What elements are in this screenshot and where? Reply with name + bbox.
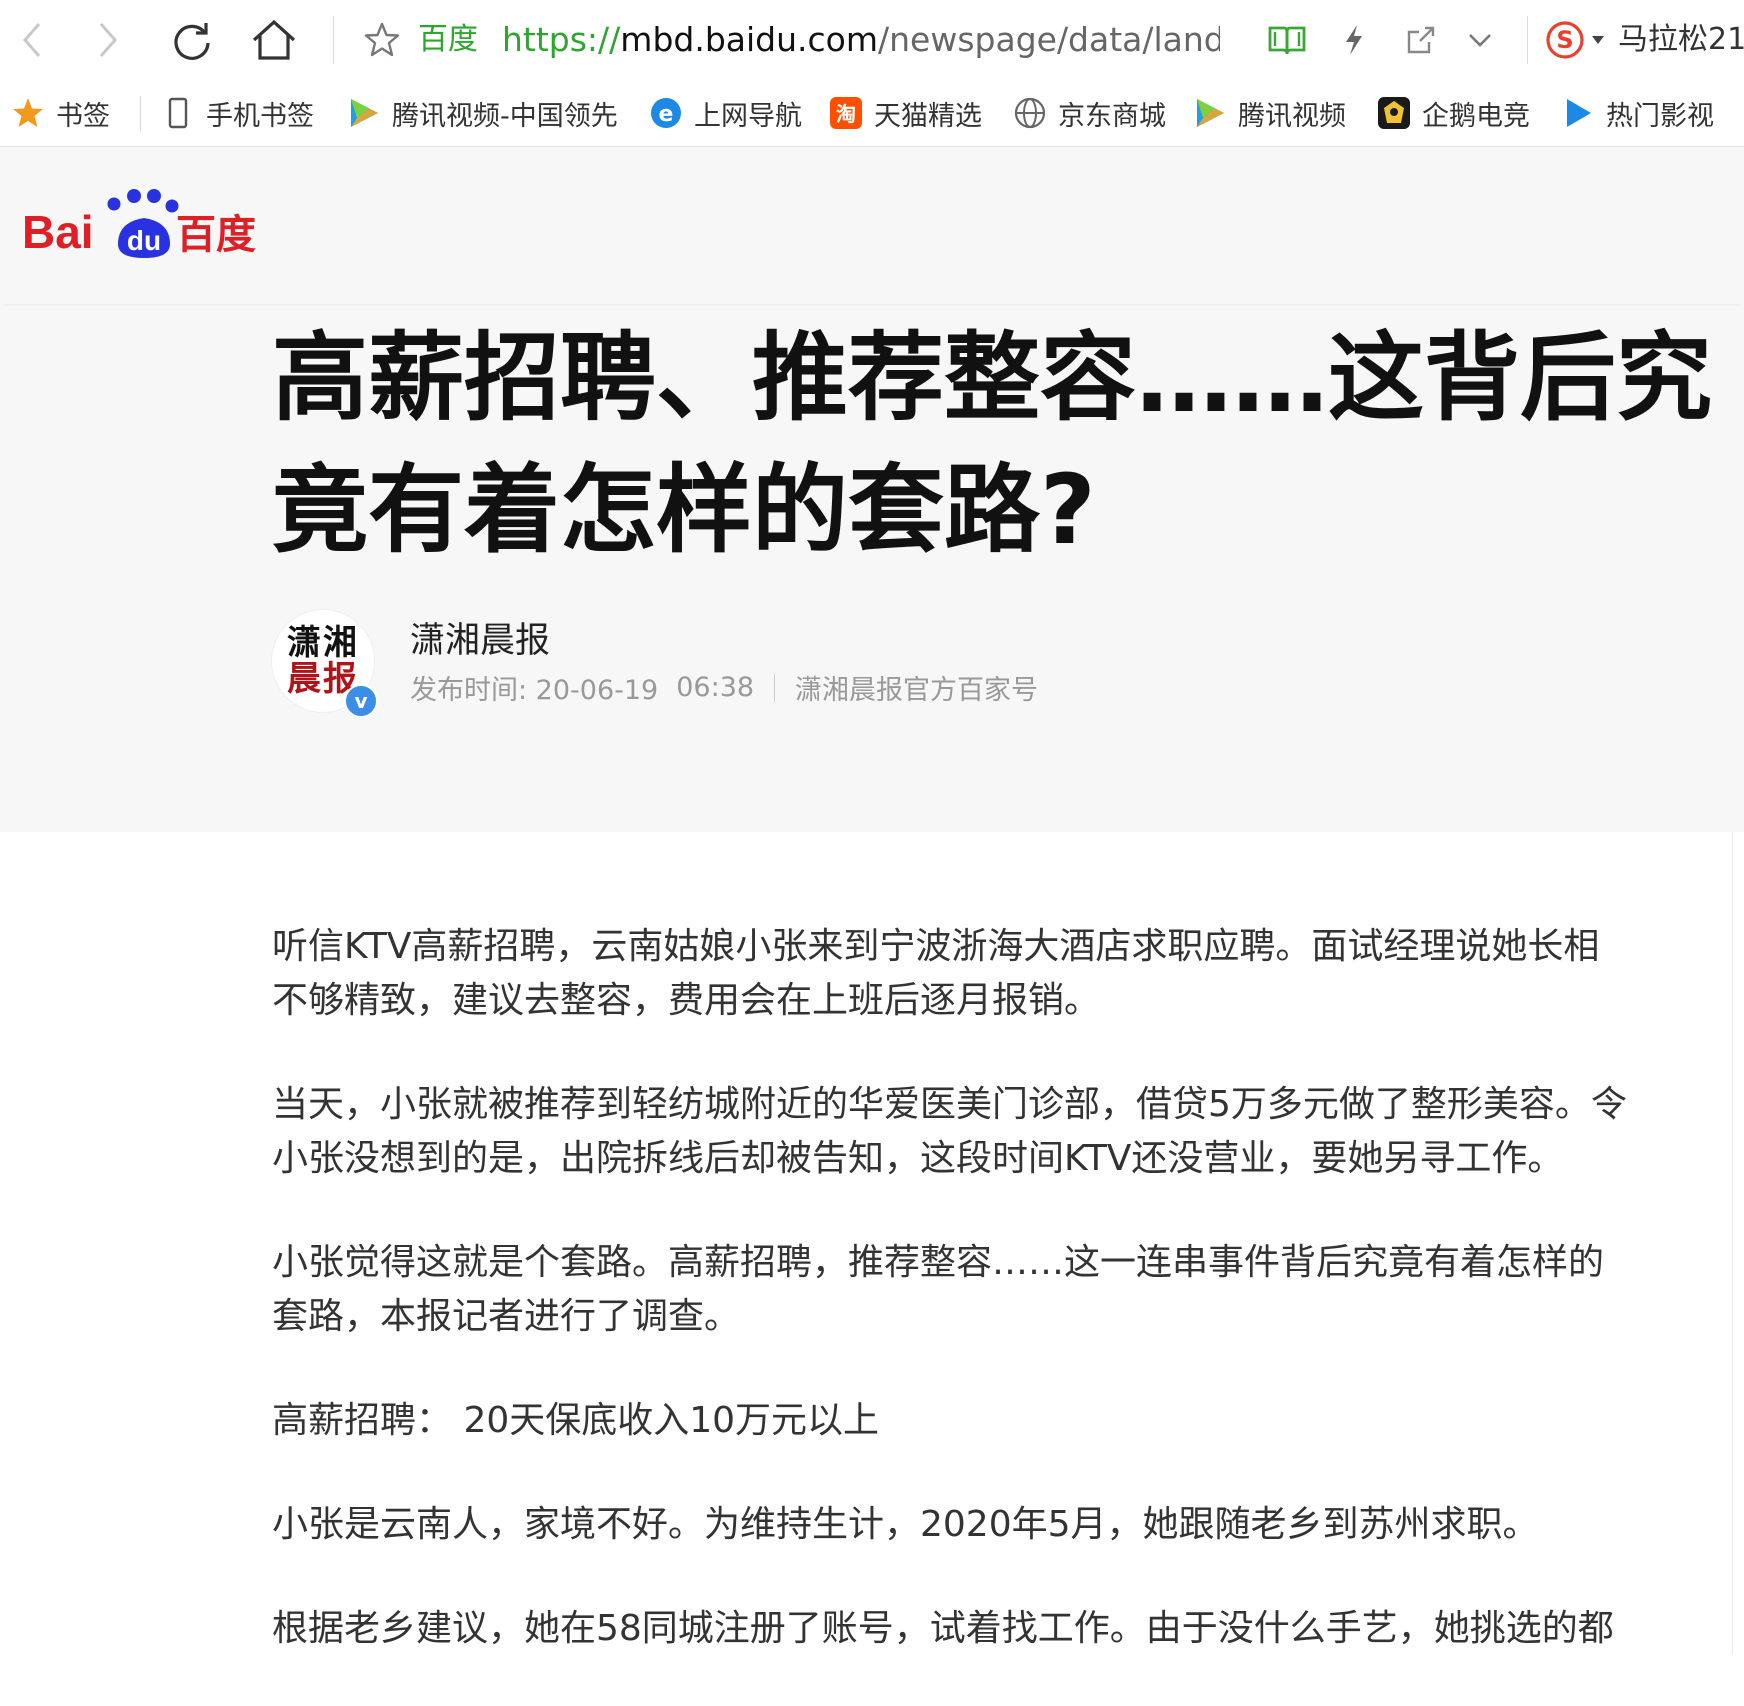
bookmark-label: 京东商城	[1058, 100, 1166, 132]
reader-mode-icon[interactable]	[1260, 12, 1314, 68]
svg-text:S: S	[1556, 26, 1573, 54]
bookmark-item-hot-movies[interactable]: 热门影视	[1560, 89, 1714, 137]
url-host: mbd.baidu.com	[620, 20, 878, 59]
home-icon[interactable]	[246, 12, 302, 68]
baidu-logo[interactable]: Bai du 百度	[22, 182, 262, 262]
svg-text:du: du	[127, 225, 161, 256]
content-edge	[1732, 832, 1733, 1654]
bookmark-label: 腾讯视频	[1238, 100, 1346, 132]
globe-icon	[1012, 95, 1048, 131]
caret-down-icon[interactable]	[1588, 12, 1608, 68]
article-title: 高薪招聘、推荐整容……这背后究竟有着怎样的套路?	[272, 322, 1712, 566]
svg-text:Bai: Bai	[22, 206, 94, 258]
source-label: 潇湘晨报官方百家号	[795, 675, 1039, 706]
article-paragraph: 听信KTV高薪招聘，云南姑娘小张来到宁波浙海大酒店求职应聘。面试经理说她长相不够…	[272, 926, 1600, 1021]
bookmark-label: 腾讯视频-中国领先	[392, 100, 618, 132]
bookmark-item-tencent-video-home[interactable]: 腾讯视频-中国领先	[346, 89, 622, 137]
browser-toolbar: 百度 https://mbd.baidu.com/newspage/data/l…	[0, 0, 1744, 81]
article-body: 听信KTV高薪招聘，云南姑娘小张来到宁波浙海大酒店求职应聘。面试经理说她长相不够…	[272, 920, 1632, 1706]
bookmark-item-jd[interactable]: 京东商城	[1012, 89, 1166, 137]
bookmark-item-navigation[interactable]: e 上网导航	[648, 89, 802, 137]
svg-text:百度: 百度	[176, 212, 256, 258]
bookmark-label: 书签	[56, 100, 110, 132]
publish-time: 06:38	[676, 672, 755, 703]
user-label[interactable]: 马拉松21	[1618, 18, 1744, 62]
bookmark-label: 天猫精选	[874, 100, 982, 132]
bookmark-item-penguin-esports[interactable]: 企鹅电竞	[1376, 89, 1530, 137]
bookmark-item-mobile[interactable]: 手机书签	[160, 89, 314, 137]
url-protocol: https://	[502, 20, 621, 59]
article-paragraph: 小张是云南人，家境不好。为维持生计，2020年5月，她跟随老乡到苏州求职。	[272, 1504, 1539, 1545]
url-path: /newspage/data/landing	[878, 20, 1220, 59]
bookmark-label: 热门影视	[1606, 100, 1714, 132]
penguin-esports-icon	[1376, 95, 1412, 131]
ie-icon: e	[648, 95, 684, 131]
article-paragraph: 小张觉得这就是个套路。高薪招聘，推荐整容……这一连串事件背后究竟有着怎样的套路，…	[272, 1242, 1605, 1337]
favorite-star-icon[interactable]	[358, 12, 406, 68]
back-icon[interactable]	[8, 12, 56, 68]
bookmark-item-tencent-video[interactable]: 腾讯视频	[1192, 89, 1346, 137]
reload-icon[interactable]	[166, 12, 218, 68]
bookmark-label: 上网导航	[694, 100, 802, 132]
forward-icon[interactable]	[84, 12, 132, 68]
article-meta: 发布时间: 20-06-19 06:38 潇湘晨报官方百家号	[410, 668, 1038, 707]
bookmark-bar: 书签 手机书签 腾讯视频-中国领先 e 上网导航 淘 天猫精选 京东商城 腾讯视	[0, 80, 1744, 147]
address-site-label[interactable]: 百度	[418, 18, 478, 62]
article-paragraph: 当天，小张就被推荐到轻纺城附近的华爱医美门诊部，借贷5万多元做了整形美容。令小张…	[272, 1084, 1627, 1179]
verified-badge-icon: v	[344, 684, 378, 718]
title-container: 高薪招聘、推荐整容……这背后究竟有着怎样的套路?	[0, 306, 1744, 566]
publish-date: 发布时间: 20-06-19	[410, 675, 659, 706]
share-icon[interactable]	[1396, 12, 1446, 68]
article-paragraph: 根据老乡建议，她在58同城注册了账号，试着找工作。由于没什么手艺，她挑选的都	[272, 1608, 1614, 1649]
tencent-video-icon	[346, 95, 382, 131]
article-subheading: 高薪招聘： 20天保底收入10万元以上	[272, 1400, 880, 1441]
lightning-icon[interactable]	[1330, 12, 1378, 68]
address-bar-url[interactable]: https://mbd.baidu.com/newspage/data/land…	[502, 18, 1220, 62]
svg-text:淘: 淘	[836, 102, 856, 126]
taobao-icon: 淘	[828, 95, 864, 131]
author-name[interactable]: 潇湘晨报	[410, 612, 550, 663]
avatar-text-top: 潇湘	[287, 623, 359, 663]
sogou-icon[interactable]: S	[1540, 12, 1590, 68]
bookmark-label: 手机书签	[206, 100, 314, 132]
svg-text:e: e	[659, 102, 674, 127]
play-icon	[1560, 95, 1596, 131]
meta-divider	[774, 673, 776, 702]
toolbar-divider	[1527, 16, 1528, 64]
tencent-video-icon	[1192, 95, 1228, 131]
star-icon	[10, 95, 46, 131]
bookmark-item-bookmarks[interactable]: 书签	[10, 89, 110, 137]
bookmark-label: 企鹅电竞	[1422, 100, 1530, 132]
phone-icon	[160, 95, 196, 131]
bookmark-separator	[140, 96, 141, 132]
bookmark-item-tmall[interactable]: 淘 天猫精选	[828, 89, 982, 137]
toolbar-divider	[333, 16, 334, 64]
chevron-down-icon[interactable]	[1456, 12, 1504, 68]
